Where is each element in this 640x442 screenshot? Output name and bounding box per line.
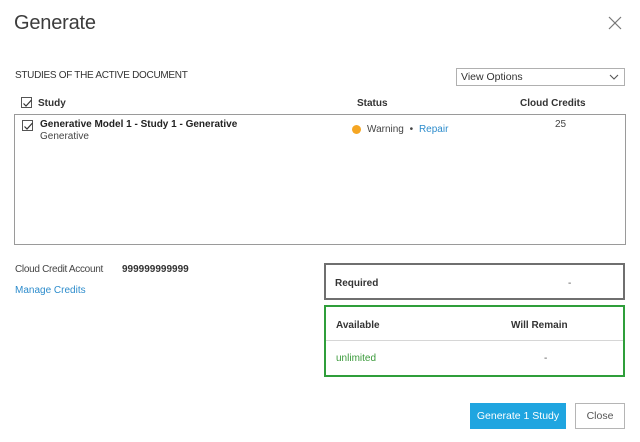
available-value: unlimited <box>336 353 377 364</box>
checkmark-icon <box>24 122 33 130</box>
repair-link[interactable]: Repair <box>419 124 448 135</box>
study-list: Generative Model 1 - Study 1 - Generativ… <box>14 114 626 245</box>
checkmark-icon <box>23 99 32 107</box>
close-icon[interactable] <box>606 14 624 32</box>
close-button[interactable]: Close <box>575 403 625 429</box>
page-title: Generate <box>14 12 96 34</box>
status-separator: • <box>409 124 414 135</box>
study-name: Generative Model 1 - Study 1 - Generativ… <box>40 119 238 130</box>
column-header-credits: Cloud Credits <box>520 98 586 109</box>
will-remain-label: Will Remain <box>511 320 568 331</box>
divider <box>326 340 623 341</box>
account-number: 999999999999 <box>122 264 189 275</box>
study-type: Generative <box>40 131 89 142</box>
status-text: Warning <box>367 124 404 135</box>
column-header-study: Study <box>38 98 66 109</box>
required-value: - <box>568 278 572 289</box>
status-cell: Warning • Repair <box>367 124 448 135</box>
account-label: Cloud Credit Account <box>15 264 103 275</box>
required-label: Required <box>335 278 379 289</box>
chevron-down-icon <box>609 74 619 80</box>
select-all-checkbox[interactable] <box>21 97 32 108</box>
section-heading: STUDIES OF THE ACTIVE DOCUMENT <box>15 70 188 81</box>
view-options-label: View Options <box>461 71 523 83</box>
view-options-select[interactable]: View Options <box>456 68 625 86</box>
manage-credits-link[interactable]: Manage Credits <box>15 285 86 296</box>
will-remain-value: - <box>544 353 548 364</box>
generate-button[interactable]: Generate 1 Study <box>470 403 566 429</box>
study-credits: 25 <box>555 119 567 130</box>
available-label: Available <box>336 320 380 331</box>
required-credits-panel: Required - <box>324 263 625 300</box>
available-credits-panel: Available Will Remain unlimited - <box>324 305 625 377</box>
column-header-status: Status <box>357 98 388 109</box>
warning-status-icon <box>352 125 361 134</box>
study-row-checkbox[interactable] <box>22 120 33 131</box>
